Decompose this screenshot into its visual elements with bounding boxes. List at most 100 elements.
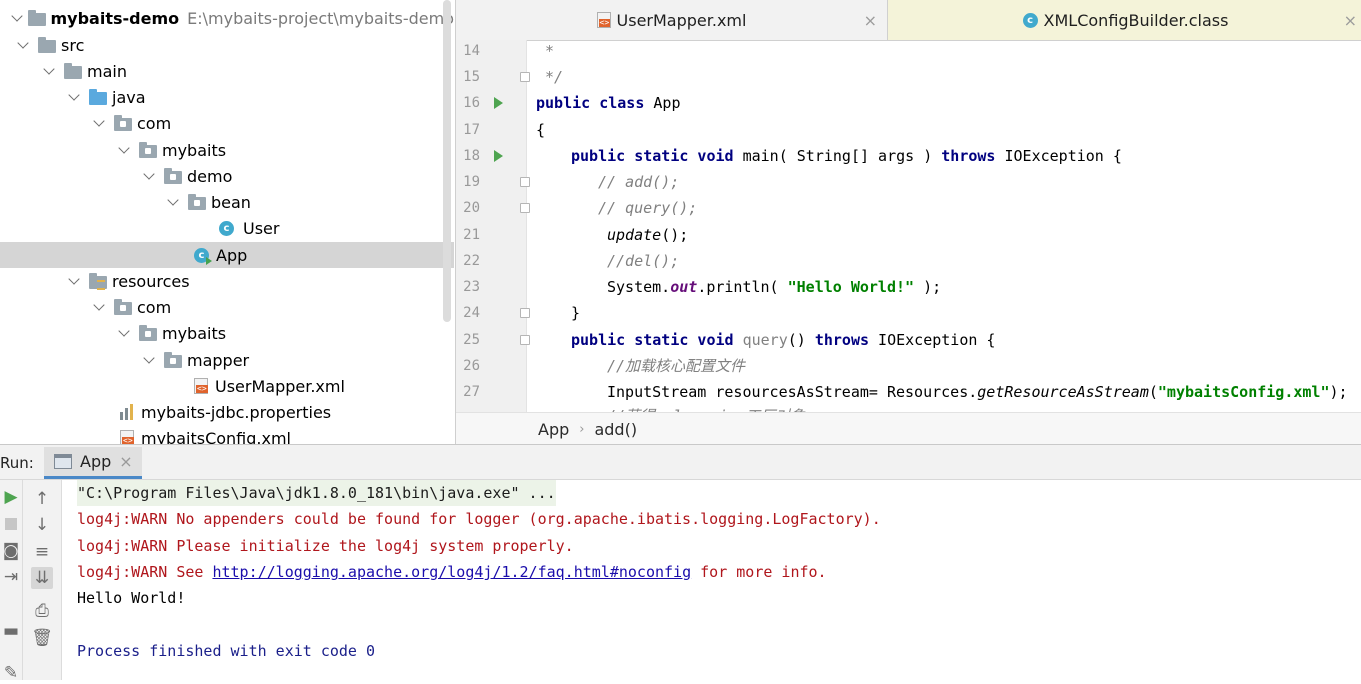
tree-item-main[interactable]: main (0, 58, 454, 84)
up-arrow-icon[interactable]: ↑ (31, 488, 53, 510)
tree-item-demo[interactable]: demo (0, 163, 454, 189)
tree-item-mapper[interactable]: mapper (0, 347, 454, 373)
class-icon: c (219, 220, 234, 236)
tree-item-mybaits[interactable]: mybaits (0, 137, 454, 163)
code-line: public class App (536, 94, 681, 112)
code-line: * (536, 42, 555, 60)
run-method-icon[interactable] (494, 150, 503, 162)
pin-icon[interactable]: ✎ (0, 662, 22, 684)
login-icon[interactable]: ⇥ (0, 566, 22, 588)
chevron-down-icon[interactable] (42, 63, 58, 79)
chevron-down-icon[interactable] (142, 352, 158, 368)
tree-item-label: UserMapper.xml (215, 376, 345, 396)
tree-item-com[interactable]: com (0, 294, 454, 320)
tree-item-label: main (87, 61, 127, 81)
fold-icon[interactable] (520, 308, 530, 318)
line-number: 26 (463, 358, 480, 374)
tab-usermapper-xml[interactable]: UserMapper.xml × (456, 0, 887, 40)
fold-icon[interactable] (520, 72, 530, 82)
code-line: public static void query() throws IOExce… (571, 331, 996, 349)
tree-item-src[interactable]: src (0, 32, 454, 58)
editor-tab-bar: UserMapper.xml × c XMLConfigBuilder.clas… (456, 0, 1361, 41)
console-icon (54, 454, 72, 469)
tree-item-resources[interactable]: resources (0, 268, 454, 294)
run-toolbar-primary: ▶ ◙ ⇥ ▬ ✎ (0, 480, 23, 683)
run-header: Run: App × (0, 445, 1361, 480)
tree-item-label: mybaits (162, 140, 227, 160)
fold-icon[interactable] (520, 335, 530, 345)
tree-item-user[interactable]: c User (0, 215, 454, 241)
breadcrumb-separator: › (579, 421, 585, 437)
fold-icon[interactable] (520, 203, 530, 213)
chevron-down-icon[interactable] (117, 142, 133, 158)
class-icon: c (1022, 12, 1038, 28)
chevron-down-icon[interactable] (166, 194, 182, 210)
code-line: System.out.println( "Hello World!" ); (607, 278, 942, 296)
line-number: 23 (463, 279, 480, 295)
tree-item-label: mybaits-jdbc.properties (141, 402, 332, 422)
tree-item-label: com (137, 113, 172, 133)
tree-item-label: bean (211, 192, 251, 212)
code-line: public static void main( String[] args )… (571, 147, 1122, 165)
tree-item-com[interactable]: com (0, 110, 454, 136)
faq-link[interactable]: http://logging.apache.org/log4j/1.2/faq.… (212, 563, 691, 581)
close-icon[interactable]: × (864, 11, 877, 30)
run-class-icon[interactable] (494, 97, 503, 109)
tree-item-mybaits[interactable]: mybaits (0, 320, 454, 346)
tree-item-usermapper-xml[interactable]: UserMapper.xml (0, 373, 454, 399)
chevron-down-icon[interactable] (10, 10, 22, 26)
console-command-line: "C:\Program Files\Java\jdk1.8.0_181\bin\… (77, 480, 556, 506)
chevron-down-icon[interactable] (67, 273, 83, 289)
line-number-gutter[interactable]: 14 15 16 17 18 19 20 21 22 23 24 25 26 2… (456, 40, 530, 412)
project-name: mybaits-demo (50, 8, 180, 28)
properties-file-icon (120, 404, 134, 420)
fold-icon[interactable] (520, 177, 530, 187)
chevron-down-icon[interactable] (142, 168, 158, 184)
run-toolbar-secondary: ↑ ↓ ≡ ⇊ ⎙ 🗑 (23, 480, 62, 680)
folder-icon (38, 37, 56, 53)
tree-item-mybaitsconfig-xml[interactable]: mybaitsConfig.xml (0, 425, 454, 444)
stop-icon[interactable] (0, 513, 22, 535)
close-icon[interactable]: × (1344, 11, 1357, 30)
tree-item-app[interactable]: c App (0, 242, 454, 268)
down-arrow-icon[interactable]: ↓ (31, 514, 53, 536)
layout-icon[interactable]: ▬ (0, 620, 22, 642)
breadcrumb-item-class[interactable]: App (538, 420, 569, 439)
tree-item-bean[interactable]: bean (0, 189, 454, 215)
scroll-to-end-icon[interactable]: ⇊ (31, 567, 53, 589)
module-folder-icon (27, 10, 46, 26)
code-area[interactable]: * */ public class App { public static vo… (536, 40, 1361, 412)
package-icon (114, 299, 132, 315)
line-number: 17 (463, 122, 480, 138)
tree-item-project-root[interactable]: mybaits-demo E:\mybaits-project\mybaits-… (0, 5, 454, 31)
line-number: 27 (463, 384, 480, 400)
soft-wrap-icon[interactable]: ≡ (31, 541, 53, 563)
chevron-down-icon[interactable] (67, 89, 83, 105)
close-icon[interactable]: × (119, 452, 132, 471)
package-icon (139, 142, 157, 158)
tree-item-java[interactable]: java (0, 84, 454, 110)
run-tab-app[interactable]: App × (44, 447, 142, 479)
chevron-down-icon[interactable] (117, 325, 133, 341)
rerun-icon[interactable]: ▶ (0, 486, 22, 508)
console-output[interactable]: "C:\Program Files\Java\jdk1.8.0_181\bin\… (77, 480, 1357, 680)
package-icon (164, 168, 182, 184)
package-icon (139, 325, 157, 341)
tree-scrollbar[interactable] (443, 0, 451, 322)
camera-icon[interactable]: ◙ (0, 540, 22, 562)
chevron-down-icon[interactable] (92, 115, 108, 131)
xml-file-icon (120, 430, 134, 444)
line-number: 19 (463, 174, 480, 190)
tree-item-jdbc-properties[interactable]: mybaits-jdbc.properties (0, 399, 454, 425)
tree-item-label: src (61, 35, 85, 55)
console-warn-line: log4j:WARN Please initialize the log4j s… (77, 537, 574, 555)
print-icon[interactable]: ⎙ (31, 600, 53, 622)
code-line: InputStream resourcesAsStream= Resources… (607, 383, 1348, 401)
line-number: 15 (463, 69, 480, 85)
line-number: 24 (463, 305, 480, 321)
chevron-down-icon[interactable] (92, 299, 108, 315)
breadcrumb-item-method[interactable]: add() (594, 420, 637, 439)
chevron-down-icon[interactable] (16, 37, 32, 53)
tab-xmlconfigbuilder-class[interactable]: c XMLConfigBuilder.class × (887, 0, 1361, 40)
trash-icon[interactable]: 🗑 (31, 627, 53, 649)
